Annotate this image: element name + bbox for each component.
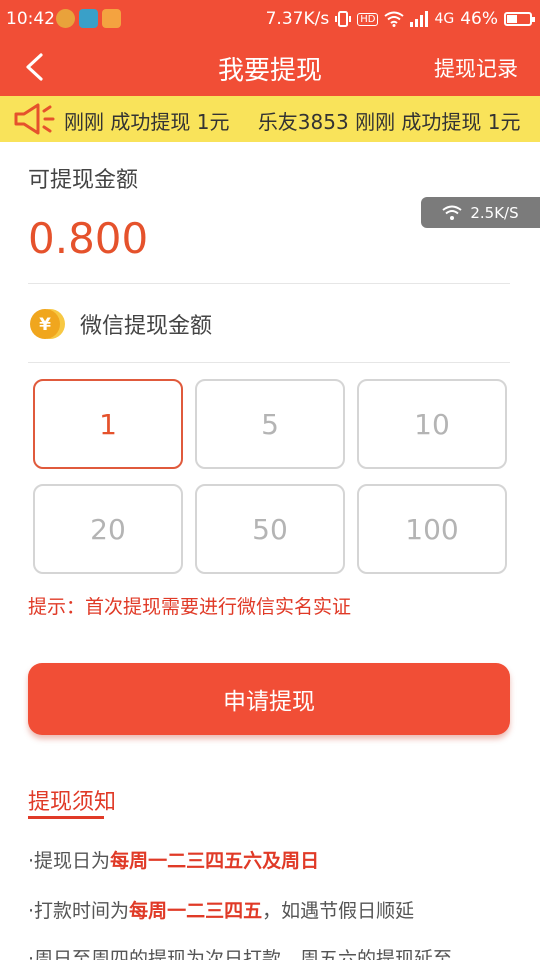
amount-option[interactable]: 5 xyxy=(195,379,345,469)
hd-icon: HD xyxy=(357,12,379,26)
available-amount-label: 可提现金额 xyxy=(28,168,139,193)
notice-item: ·打款时间为每周一二三四五，如遇节假日顺延 xyxy=(28,900,415,922)
network-type: 4G xyxy=(434,11,455,27)
divider xyxy=(28,283,510,284)
divider xyxy=(28,362,510,363)
available-amount: 0.800 xyxy=(28,214,149,263)
status-bar: 10:42 7.37K/s HD 4G 46% xyxy=(0,0,540,38)
status-app-icons xyxy=(56,9,121,28)
megaphone-icon xyxy=(14,103,55,135)
battery-percent: 46% xyxy=(460,9,498,29)
notice-title-underline xyxy=(28,816,104,819)
ticker-item: 刚刚 成功提现 1元 xyxy=(64,110,230,134)
vibrate-icon xyxy=(335,11,352,27)
status-right: 7.37K/s HD 4G 46% xyxy=(265,9,535,29)
status-time: 10:42 xyxy=(6,9,55,29)
amount-option[interactable]: 20 xyxy=(33,484,183,574)
ticker-item: 乐友3853 刚刚 成功提现 1元 xyxy=(257,110,520,134)
signal-icon xyxy=(410,11,429,27)
game-app-icon xyxy=(102,9,121,28)
withdraw-ticker: 刚刚 成功提现 1元 乐友3853 刚刚 成功提现 1元 xyxy=(0,96,540,142)
wifi-icon xyxy=(384,11,405,27)
speed-badge-text: 2.5K/S xyxy=(470,203,519,222)
wechat-amount-label: 微信提现金额 xyxy=(80,314,213,339)
apply-withdraw-button[interactable]: 申请提现 xyxy=(28,663,510,735)
scanner-app-icon xyxy=(79,9,98,28)
withdraw-record-link[interactable]: 提现记录 xyxy=(434,53,518,83)
amount-option[interactable]: 100 xyxy=(357,484,507,574)
app-notification-icon xyxy=(56,9,75,28)
notice-item: ·提现日为每周一二三四五六及周日 xyxy=(28,850,320,872)
net-speed: 7.37K/s xyxy=(265,9,330,29)
wifi-icon xyxy=(442,205,462,220)
notice-title: 提现须知 xyxy=(28,790,117,815)
network-speed-badge: 2.5K/S xyxy=(421,197,540,228)
ticker-text: 刚刚 成功提现 1元 乐友3853 刚刚 成功提现 1元 xyxy=(64,106,520,135)
amount-option[interactable]: 50 xyxy=(195,484,345,574)
svg-text:¥: ¥ xyxy=(39,315,51,335)
coin-icon: ¥ xyxy=(28,305,66,343)
realname-hint: 提示：首次提现需要进行微信实名实证 xyxy=(28,596,352,618)
nav-bar: 我要提现 提现记录 xyxy=(0,38,540,96)
amount-option[interactable]: 10 xyxy=(357,379,507,469)
wechat-withdraw-header: ¥ 微信提现金额 xyxy=(28,305,212,343)
battery-icon xyxy=(504,12,535,26)
notice-item: ·周日至周四的提现为次日打款，周五六的提现延至 xyxy=(28,948,453,960)
amount-option[interactable]: 1 xyxy=(33,379,183,469)
